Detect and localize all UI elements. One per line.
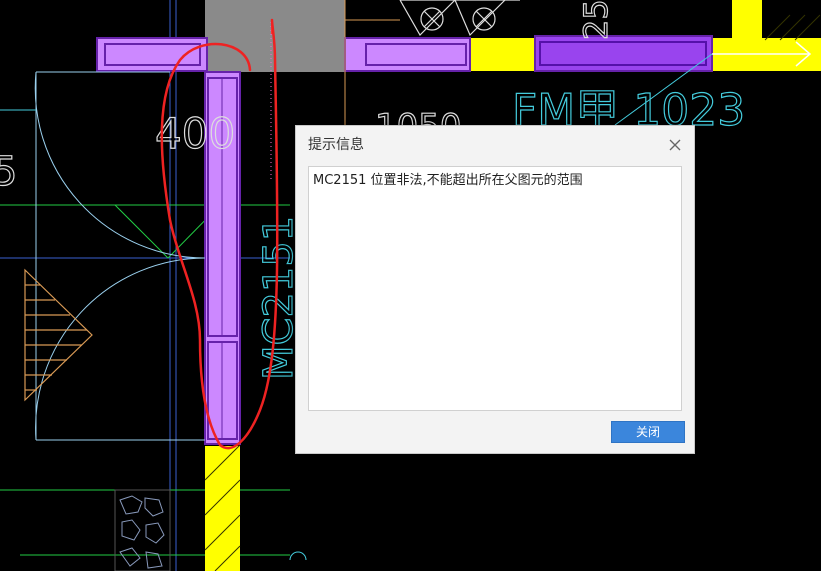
dim-label-25: 25 — [577, 0, 615, 40]
close-icon-glyph — [669, 139, 681, 151]
close-icon[interactable] — [664, 134, 686, 156]
dialog-title: 提示信息 — [308, 137, 364, 153]
left-edge-digit: 5 — [0, 149, 17, 195]
info-dialog: 提示信息 MC2151 位置非法,不能超出所在父图元的范围 关闭 — [295, 125, 695, 454]
dim-label-400: 400 — [155, 109, 235, 158]
close-button[interactable]: 关闭 — [611, 421, 685, 443]
message-box[interactable]: MC2151 位置非法,不能超出所在父图元的范围 — [308, 166, 682, 411]
